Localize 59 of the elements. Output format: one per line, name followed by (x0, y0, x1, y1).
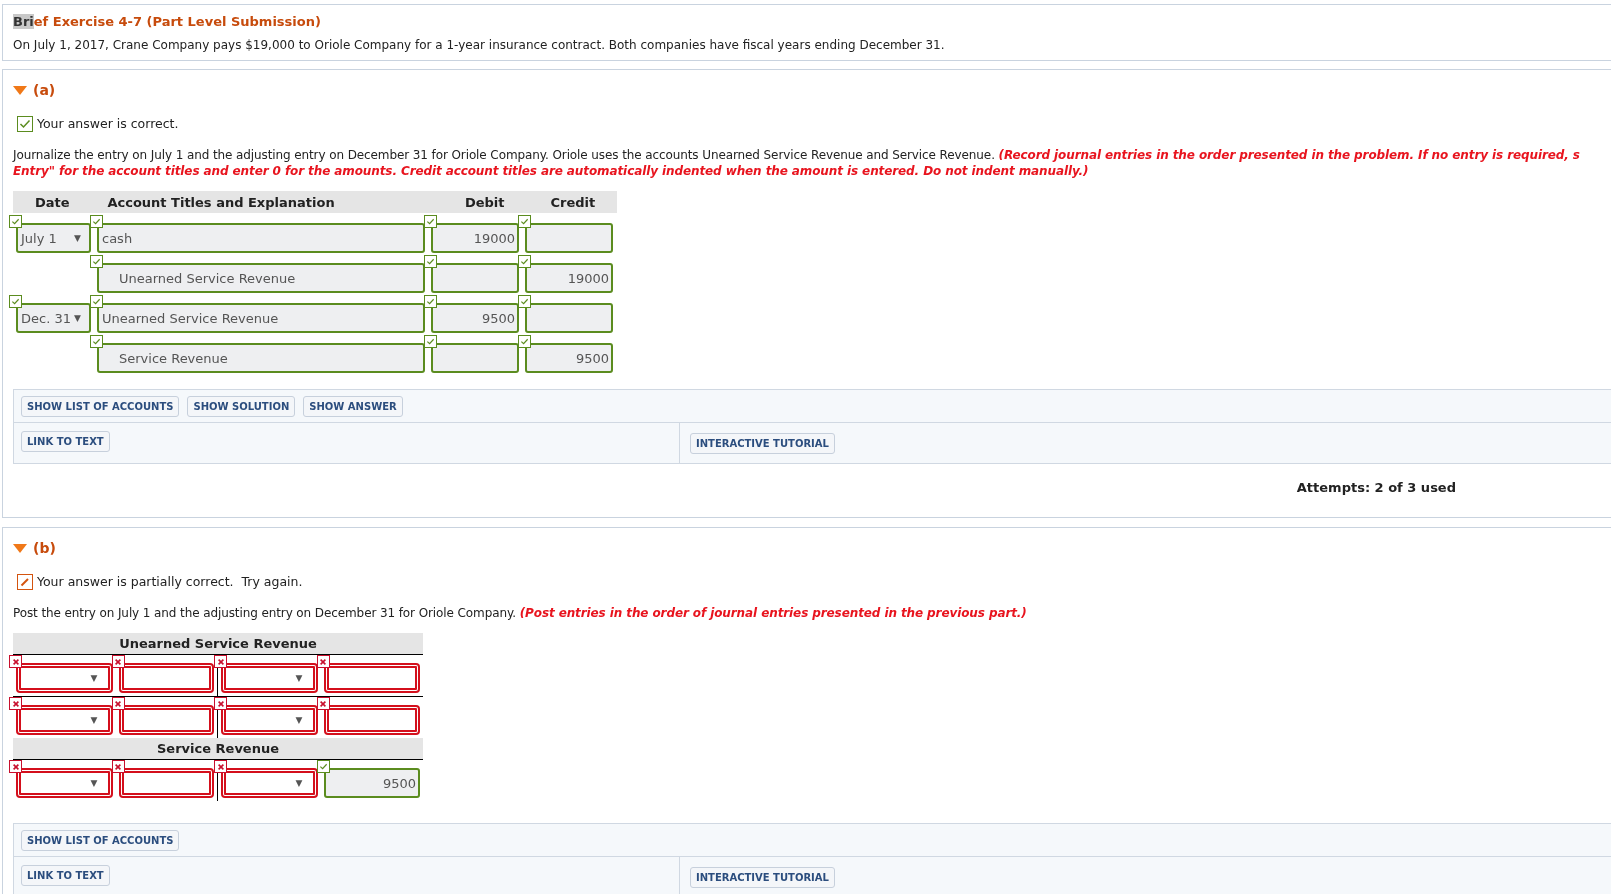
input-field[interactable]: 19000 (431, 223, 519, 254)
part-label: (b) (33, 538, 56, 558)
problem-text: On July 1, 2017, Crane Company pays $19,000 to Oriole Company for a 1-year insurance contract. Both companies have fiscal years ending December 31. (13, 36, 946, 54)
feedback-text: Your answer is correct. (37, 114, 179, 133)
dropdown-field[interactable]: ▼ (221, 663, 318, 694)
input-field[interactable] (118, 705, 214, 736)
input-field[interactable] (118, 768, 214, 799)
input-field[interactable] (525, 303, 613, 334)
action-button[interactable]: SHOW SOLUTION (187, 395, 296, 417)
input-field[interactable]: 9500 (431, 303, 519, 334)
attempts-text: Attempts: 2 of 3 used (1296, 479, 1456, 498)
action-button[interactable]: SHOW LIST OF ACCOUNTS (21, 829, 180, 851)
input-field[interactable]: 9500 (525, 343, 613, 374)
column-header: Debit (463, 193, 506, 212)
column-header: Credit (549, 193, 597, 212)
input-field[interactable]: 9500 (323, 768, 420, 799)
feedback-text: Your answer is partially correct. Try again. (37, 572, 303, 591)
action-button[interactable]: SHOW ANSWER (303, 395, 403, 417)
input-field[interactable]: 19000 (525, 263, 613, 294)
input-field[interactable] (431, 343, 519, 374)
account-title: Service Revenue (13, 738, 423, 761)
dropdown-field[interactable]: ▼ (16, 663, 113, 694)
input-field[interactable] (323, 663, 420, 694)
action-button[interactable]: SHOW LIST OF ACCOUNTS (21, 395, 180, 417)
account-title: Unearned Service Revenue (13, 633, 423, 656)
action-button[interactable]: LINK TO TEXT (21, 431, 110, 453)
part-label: (a) (33, 80, 56, 100)
dropdown-arrow-icon: ▼ (295, 776, 303, 790)
action-button[interactable]: INTERACTIVE TUTORIAL (690, 867, 835, 889)
action-button[interactable]: LINK TO TEXT (21, 865, 110, 887)
input-field[interactable]: Unearned Service Revenue (97, 263, 425, 294)
dropdown-arrow-icon: ▼ (74, 231, 81, 245)
input-field[interactable] (118, 663, 214, 694)
dropdown-arrow-icon: ▼ (90, 671, 98, 685)
dropdown-arrow-icon: ▼ (295, 713, 303, 727)
dropdown-arrow-icon: ▼ (90, 776, 98, 790)
column-header: Date (33, 193, 71, 212)
input-field[interactable]: Unearned Service Revenue (97, 303, 425, 334)
dropdown-field[interactable]: ▼ (221, 705, 318, 736)
input-field[interactable]: Service Revenue (97, 343, 425, 374)
input-field[interactable] (431, 263, 519, 294)
exercise-title: Brief Exercise 4-7 (Part Level Submission) (13, 13, 322, 31)
instructions-text: Post the entry on July 1 and the adjusting entry on December 31 for Oriole Company. (Post entries in the order of journal entries presented in the previous part.) (13, 605, 1028, 622)
dropdown-arrow-icon: ▼ (74, 311, 81, 325)
input-field[interactable] (525, 223, 613, 254)
dropdown-arrow-icon: ▼ (295, 671, 303, 685)
dropdown-field[interactable]: Dec. 31 ▼ (16, 303, 91, 334)
caret-icon[interactable] (13, 85, 27, 95)
input-field[interactable] (323, 705, 420, 736)
instructions-text: Journalize the entry on July 1 and the adjusting entry on December 31 for Oriole Company. Oriole uses the accounts Unearned Service Revenue and Service Revenue. (Record journal entries in the order presented in the problem. If no entry is required, s Entry" for the account titles and enter 0 for the amounts. Credit account titles are automatically indented when the amount is entered. Do not indent manually.) (13, 147, 1581, 180)
action-button[interactable]: INTERACTIVE TUTORIAL (690, 433, 835, 455)
dropdown-field[interactable]: July 1 ▼ (16, 223, 91, 254)
dropdown-field[interactable]: ▼ (221, 768, 318, 799)
dropdown-arrow-icon: ▼ (90, 713, 98, 727)
dropdown-field[interactable]: ▼ (16, 705, 113, 736)
dropdown-field[interactable]: ▼ (16, 768, 113, 799)
caret-icon[interactable] (13, 543, 27, 553)
input-field[interactable]: cash (97, 223, 425, 254)
column-header: Account Titles and Explanation (107, 193, 336, 212)
